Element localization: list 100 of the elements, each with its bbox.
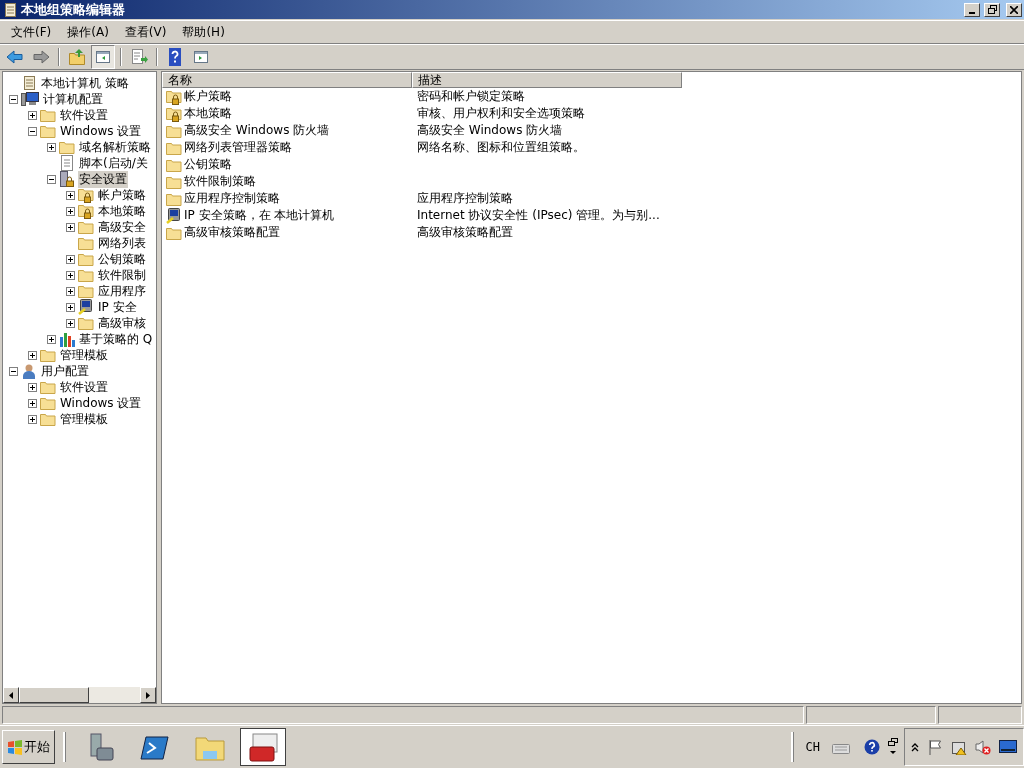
- list-item[interactable]: 网络列表管理器策略: [184, 139, 292, 156]
- expand-toggle[interactable]: [66, 254, 75, 264]
- table-cell-text: 网络名称、图标和位置组策略。: [416, 139, 586, 156]
- collapse-toggle[interactable]: [28, 126, 37, 136]
- expand-toggle[interactable]: [66, 302, 75, 312]
- folder-icon: [166, 225, 182, 240]
- network-warning-icon[interactable]: [951, 739, 967, 755]
- folder-icon: [78, 316, 94, 330]
- language-indicator[interactable]: CH: [805, 740, 820, 754]
- expand-toggle[interactable]: [47, 142, 56, 152]
- locked-folder-icon: [78, 203, 94, 219]
- tree-item[interactable]: 本地计算机 策略: [40, 74, 130, 92]
- menu-item[interactable]: 查看(V): [116, 21, 175, 43]
- table-cell-text: 密码和帐户锁定策略: [416, 88, 526, 105]
- expand-toggle[interactable]: [28, 110, 37, 120]
- folder-icon: [166, 174, 182, 189]
- tree-item[interactable]: 高级审核: [97, 314, 147, 332]
- folder-icon: [40, 380, 56, 394]
- column-header[interactable]: 名称: [162, 72, 412, 88]
- list-item[interactable]: 高级审核策略配置: [184, 224, 280, 241]
- expand-toggle[interactable]: [28, 350, 37, 360]
- tree-item[interactable]: 软件限制: [97, 266, 147, 284]
- tree-item[interactable]: 计算机配置: [42, 90, 104, 108]
- folder-icon: [40, 348, 56, 362]
- locked-folder-icon: [166, 105, 182, 122]
- restore-down-icon[interactable]: [888, 738, 898, 756]
- expand-toggle[interactable]: [28, 382, 37, 392]
- scroll-left-button[interactable]: [3, 687, 19, 703]
- list-item[interactable]: 公钥策略: [184, 156, 232, 173]
- start-button[interactable]: 开始: [2, 730, 55, 764]
- list-item[interactable]: 应用程序控制策略: [184, 190, 280, 207]
- expand-toggle[interactable]: [66, 206, 75, 216]
- speaker-muted-icon[interactable]: [975, 739, 991, 755]
- table-cell-text: 应用程序控制策略: [416, 190, 514, 207]
- column-header[interactable]: 描述: [412, 72, 682, 88]
- tree-item[interactable]: 应用程序: [97, 282, 147, 300]
- tree-item[interactable]: 基于策略的 Q: [78, 330, 154, 348]
- tree-item[interactable]: 本地策略: [97, 202, 147, 220]
- collapse-toggle[interactable]: [9, 366, 18, 376]
- monitor-icon[interactable]: [999, 739, 1017, 755]
- folder-icon: [40, 412, 56, 426]
- list-item[interactable]: 帐户策略: [184, 88, 232, 105]
- security-icon: [59, 171, 75, 187]
- folder-icon: [78, 252, 94, 266]
- list-item[interactable]: 本地策略: [184, 105, 232, 122]
- folder-icon: [166, 123, 182, 138]
- tree-item[interactable]: 公钥策略: [97, 250, 147, 268]
- expand-toggle[interactable]: [28, 398, 37, 408]
- tree-item[interactable]: 高级安全: [97, 218, 147, 236]
- script-icon: [59, 155, 75, 171]
- expand-toggle[interactable]: [66, 270, 75, 280]
- menu-item[interactable]: 文件(F): [3, 21, 60, 43]
- folder-icon: [40, 108, 56, 122]
- tree-item[interactable]: 帐户策略: [97, 186, 147, 204]
- tree-item[interactable]: 管理模板: [59, 410, 109, 428]
- flag-icon[interactable]: [927, 739, 943, 755]
- folder-icon: [40, 396, 56, 410]
- expand-toggle[interactable]: [47, 334, 56, 344]
- chevron-up-icon[interactable]: [911, 742, 919, 752]
- tree-item[interactable]: 软件设置: [59, 378, 109, 396]
- list-item[interactable]: IP 安全策略，在 本地计算机: [184, 207, 335, 224]
- collapse-toggle[interactable]: [9, 94, 18, 104]
- tree-item[interactable]: IP 安全: [97, 298, 138, 316]
- tree-pane-icon[interactable]: [91, 45, 115, 69]
- tree-item[interactable]: 脚本(启动/关: [78, 154, 149, 172]
- collapse-toggle[interactable]: [47, 174, 56, 184]
- left-arrow-icon: [9, 691, 13, 699]
- bar-chart-icon: [59, 331, 75, 347]
- expand-toggle[interactable]: [66, 190, 75, 200]
- minimize-button[interactable]: [964, 2, 980, 17]
- expand-toggle[interactable]: [28, 414, 37, 424]
- tree-item[interactable]: 软件设置: [59, 106, 109, 124]
- restore-button[interactable]: [984, 2, 1000, 17]
- menu-item[interactable]: 操作(A): [59, 21, 117, 43]
- four-color-flag-icon: [7, 739, 23, 755]
- list-item[interactable]: 软件限制策略: [184, 173, 256, 190]
- expand-toggle[interactable]: [66, 222, 75, 232]
- tree-item[interactable]: 安全设置: [78, 170, 128, 188]
- tree-item[interactable]: 网络列表: [97, 234, 147, 252]
- close-button[interactable]: [1006, 2, 1022, 17]
- folder-icon: [166, 191, 182, 206]
- expand-toggle[interactable]: [66, 318, 75, 328]
- menu-item[interactable]: 帮助(H): [174, 21, 233, 43]
- scroll-right-button[interactable]: [140, 687, 156, 703]
- tree-item[interactable]: Windows 设置: [59, 122, 143, 140]
- window-toolbox-icon: [247, 732, 279, 762]
- tree-item[interactable]: Windows 设置: [59, 394, 143, 412]
- help-icon[interactable]: [864, 739, 880, 755]
- tree-item[interactable]: 域名解析策略: [78, 138, 152, 156]
- list-item[interactable]: 高级安全 Windows 防火墙: [184, 122, 330, 139]
- taskbar-app[interactable]: [240, 728, 286, 766]
- table-cell-text: 高级安全 Windows 防火墙: [416, 122, 564, 139]
- scrollbar-thumb[interactable]: [19, 687, 89, 703]
- tree-item[interactable]: 用户配置: [40, 362, 90, 380]
- expand-toggle[interactable]: [66, 286, 75, 296]
- tree-item[interactable]: 管理模板: [59, 346, 109, 364]
- folder-icon: [78, 236, 94, 250]
- computer-key-icon: [166, 207, 182, 224]
- table-cell-text: 高级审核策略配置: [416, 224, 514, 241]
- folder-icon: [78, 268, 94, 282]
